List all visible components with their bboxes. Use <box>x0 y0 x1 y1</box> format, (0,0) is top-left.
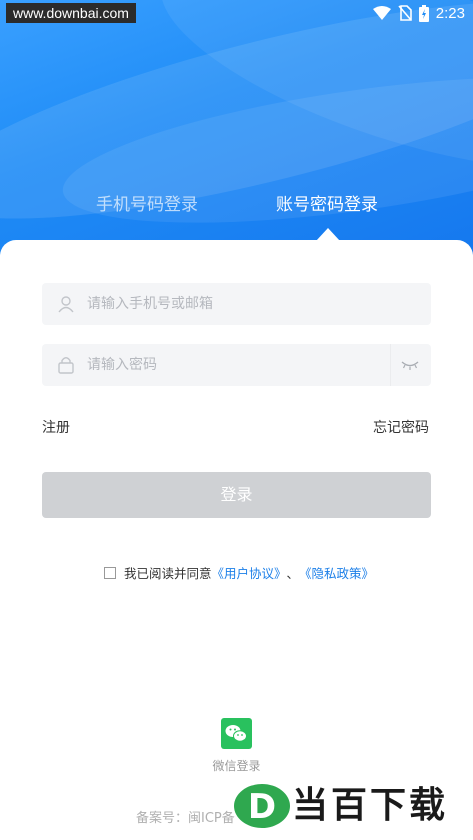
icp-record: 备案号：闽ICP备 <box>136 811 235 826</box>
agreement-checkbox[interactable] <box>104 566 116 579</box>
wifi-icon <box>372 6 391 20</box>
divider <box>390 344 391 386</box>
lock-icon <box>58 357 74 374</box>
battery-icon <box>418 4 429 22</box>
tab-account-login[interactable]: 账号密码登录 <box>276 190 378 215</box>
status-bar: 2:23 <box>372 2 465 24</box>
clock: 2:23 <box>435 4 465 22</box>
wechat-login-label: 微信登录 <box>212 759 261 773</box>
username-field[interactable] <box>42 283 431 325</box>
password-input[interactable] <box>87 344 387 386</box>
site-watermark: www.downbai.com <box>6 3 136 23</box>
agreement-row: 我已阅读并同意 《用户协议》 、 《隐私政策》 <box>104 563 374 582</box>
svg-text:D: D <box>248 787 276 827</box>
user-icon <box>58 296 74 313</box>
user-agreement-link[interactable]: 《用户协议》 <box>212 563 287 582</box>
active-tab-indicator <box>316 228 340 241</box>
login-card <box>0 240 473 840</box>
privacy-policy-link[interactable]: 《隐私政策》 <box>299 563 374 582</box>
login-button[interactable]: 登录 <box>42 472 431 518</box>
brand-text: 当百下载 <box>292 785 449 826</box>
brand-watermark: D 当百下载 <box>232 782 472 832</box>
header-banner <box>0 0 473 270</box>
agreement-separator: 、 <box>286 566 300 581</box>
no-sim-icon <box>398 5 412 21</box>
password-field[interactable] <box>42 344 431 386</box>
forgot-password-link[interactable]: 忘记密码 <box>373 417 429 437</box>
wechat-login-button[interactable] <box>221 718 252 749</box>
brand-logo-icon: D <box>234 784 290 828</box>
agreement-text: 我已阅读并同意 <box>124 566 212 581</box>
register-link[interactable]: 注册 <box>42 417 70 437</box>
eye-closed-icon[interactable] <box>401 357 419 371</box>
wechat-icon <box>225 725 247 742</box>
username-input[interactable] <box>87 283 387 325</box>
tab-phone-login[interactable]: 手机号码登录 <box>96 190 198 215</box>
